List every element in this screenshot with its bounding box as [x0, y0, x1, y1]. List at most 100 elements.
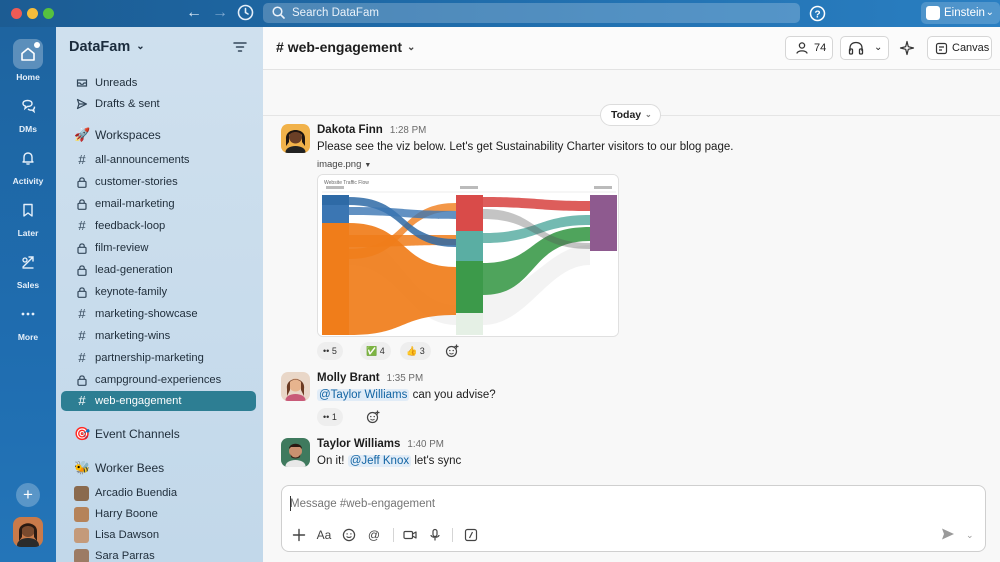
message-author[interactable]: Taylor Williams 1:40 PM: [317, 438, 444, 450]
message-input[interactable]: [290, 496, 890, 512]
person-icon: [796, 42, 808, 54]
audio-clip-button[interactable]: [426, 526, 444, 544]
sparkle-icon: [899, 40, 915, 56]
rail-item-later[interactable]: Later: [0, 195, 56, 238]
sidebar-item-channel[interactable]: # marketing-showcase: [61, 304, 256, 324]
reaction-eyes[interactable]: •• 5: [317, 342, 343, 360]
chevron-down-icon: ⌄: [407, 42, 416, 53]
filter-icon[interactable]: [233, 40, 247, 58]
reaction-check[interactable]: ✅ 4: [360, 342, 391, 360]
history-clock-icon[interactable]: [237, 4, 254, 21]
rail-item-more[interactable]: More: [0, 299, 56, 342]
mention-button[interactable]: @: [365, 526, 383, 544]
channel-name-button[interactable]: # web-engagement ⌄: [276, 39, 415, 55]
avatar[interactable]: [281, 124, 310, 153]
sidebar-item-dm[interactable]: Arcadio Buendia: [61, 483, 256, 503]
thumbs-up-emoji: 👍: [406, 346, 418, 356]
hash-icon: #: [276, 39, 288, 55]
rail-item-activity[interactable]: Activity: [0, 143, 56, 186]
target-icon: 🎯: [74, 426, 91, 441]
formatting-button[interactable]: Aa: [315, 526, 333, 544]
shortcuts-button[interactable]: [462, 526, 480, 544]
reaction-thumbs-up[interactable]: 👍 3: [400, 342, 431, 360]
avatar[interactable]: [281, 438, 310, 467]
sales-icon: [13, 247, 43, 277]
send-button[interactable]: [940, 526, 960, 544]
sidebar-item-dm[interactable]: Lisa Dawson: [61, 525, 256, 545]
sidebar-item-unreads[interactable]: Unreads: [61, 73, 256, 93]
check-emoji: ✅: [366, 346, 378, 356]
add-workspace-button[interactable]: +: [16, 483, 40, 507]
sidebar-item-channel[interactable]: keynote-family: [61, 282, 256, 302]
image-attachment[interactable]: Website Traffic Flow: [317, 174, 619, 337]
sidebar-item-drafts[interactable]: Drafts & sent: [61, 94, 256, 114]
sidebar-item-dm[interactable]: Sara Parras: [61, 546, 256, 562]
video-clip-button[interactable]: [401, 526, 419, 544]
user-mention[interactable]: @Jeff Knox: [347, 455, 412, 467]
sidebar-item-channel[interactable]: # marketing-wins: [61, 326, 256, 346]
forward-arrow-icon[interactable]: →: [212, 4, 228, 22]
rail-item-home[interactable]: Home: [0, 39, 56, 82]
toolbar-divider: [393, 528, 394, 542]
attachment-label[interactable]: image.png ▼: [317, 159, 371, 170]
message-author[interactable]: Molly Brant 1:35 PM: [317, 372, 423, 384]
section-event-channels[interactable]: 🎯 Event Channels: [61, 424, 256, 444]
sidebar-item-channel[interactable]: # all-announcements: [61, 150, 256, 170]
workspace-name-menu[interactable]: DataFam ⌄: [69, 39, 145, 55]
person-label: Sara Parras: [95, 550, 155, 562]
help-icon[interactable]: ?: [809, 5, 826, 22]
message-composer: Aa @ ⌄: [281, 485, 986, 552]
sidebar-item-channel[interactable]: film-review: [61, 238, 256, 258]
message-timestamp[interactable]: 1:35 PM: [387, 373, 424, 384]
channel-label: web-engagement: [95, 395, 182, 407]
icon-rail: Home DMs Activity Later Sales More +: [0, 27, 56, 562]
message-text: @Taylor Williams can you advise?: [317, 389, 496, 401]
user-mention[interactable]: @Taylor Williams: [317, 389, 410, 401]
search-input[interactable]: Search DataFam: [263, 3, 800, 23]
workspace-name: DataFam: [69, 39, 131, 55]
section-workspaces[interactable]: 🚀 Workspaces: [61, 125, 256, 145]
reaction-eyes[interactable]: •• 1: [317, 408, 343, 426]
members-button[interactable]: 74: [785, 36, 833, 60]
sidebar-item-dm[interactable]: Harry Boone: [61, 504, 256, 524]
sidebar-item-channel[interactable]: customer-stories: [61, 172, 256, 192]
sidebar-item-channel[interactable]: email-marketing: [61, 194, 256, 214]
sidebar-item-channel[interactable]: campground-experiences: [61, 370, 256, 390]
attach-plus-button[interactable]: [290, 526, 308, 544]
workspace-switcher[interactable]: Einstein ⌄: [921, 2, 1000, 24]
channel-label: email-marketing: [95, 198, 175, 210]
ai-sparkle-button[interactable]: [894, 36, 920, 60]
channel-label: feedback-loop: [95, 220, 166, 232]
add-reaction-button[interactable]: [443, 342, 461, 360]
add-reaction-button[interactable]: [364, 408, 382, 426]
message-timestamp[interactable]: 1:40 PM: [407, 439, 444, 450]
emoji-button[interactable]: [340, 526, 358, 544]
sidebar-item-label: Unreads: [95, 77, 138, 89]
channel-header: # web-engagement ⌄ 74 ⌄ Canvas: [263, 27, 1000, 70]
close-window-button[interactable]: [11, 8, 22, 19]
sidebar-item-channel[interactable]: lead-generation: [61, 260, 256, 280]
rail-item-sales[interactable]: Sales: [0, 247, 56, 290]
section-worker-bees[interactable]: 🐝 Worker Bees: [61, 458, 256, 478]
sidebar-item-channel[interactable]: # partnership-marketing: [61, 348, 256, 368]
back-arrow-icon[interactable]: ←: [186, 4, 202, 22]
eyes-icon: ••: [323, 412, 330, 422]
zoom-window-button[interactable]: [43, 8, 54, 19]
message-author[interactable]: Dakota Finn 1:28 PM: [317, 124, 426, 136]
sankey-chart-image: Website Traffic Flow: [318, 175, 618, 336]
sidebar-item-channel[interactable]: # feedback-loop: [61, 216, 256, 236]
schedule-send-chevron-icon[interactable]: ⌄: [966, 526, 974, 544]
sidebar-item-web-engagement[interactable]: # web-engagement: [61, 391, 256, 411]
user-avatar[interactable]: [13, 517, 43, 547]
channel-label: film-review: [95, 242, 149, 254]
home-icon: [13, 39, 43, 69]
hash-icon: #: [78, 328, 86, 343]
date-divider[interactable]: Today ⌄: [600, 104, 661, 126]
rail-item-dms[interactable]: DMs: [0, 91, 56, 134]
avatar[interactable]: [281, 372, 310, 401]
minimize-window-button[interactable]: [27, 8, 38, 19]
canvas-button[interactable]: Canvas: [927, 36, 992, 60]
message-timestamp[interactable]: 1:28 PM: [390, 125, 427, 136]
huddle-button[interactable]: ⌄: [840, 36, 889, 60]
message-text: Please see the viz below. Let's get Sust…: [317, 141, 734, 153]
